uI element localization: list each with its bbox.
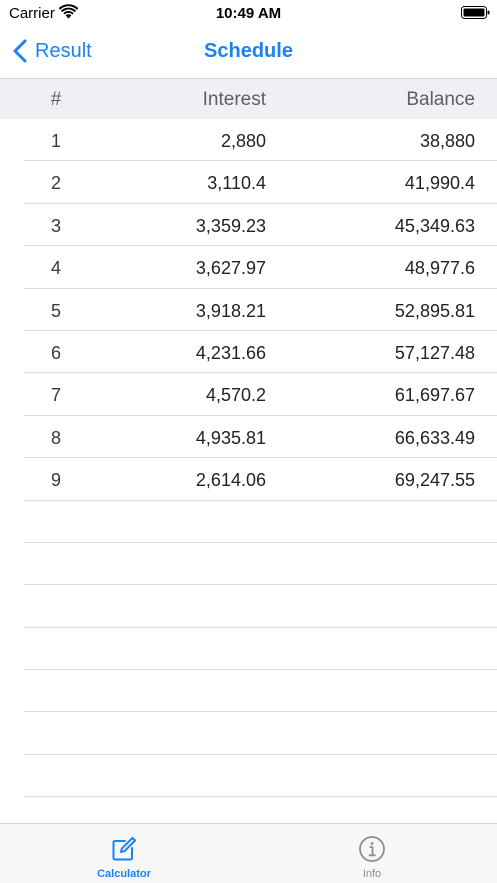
row-balance: 41,990.4 [404,173,475,194]
table-row: 3 3,359.23 45,349.63 [24,204,497,247]
row-balance: 48,977.6 [404,258,475,279]
tab-calculator[interactable]: Calculator [0,824,248,883]
table-row: 2 3,110.4 41,990.4 [24,161,497,204]
row-interest: 3,359.23 [195,215,266,236]
tab-info[interactable]: Info [248,824,496,883]
table-row: 9 2,614.06 69,247.55 [24,458,497,501]
row-balance: 61,697.67 [394,385,475,406]
row-interest: 3,627.97 [195,258,266,279]
row-interest: 4,935.81 [195,427,266,448]
row-number: 3 [50,215,61,236]
empty-table-row [24,670,497,713]
row-number: 1 [50,131,61,151]
row-interest: 3,918.21 [195,300,266,321]
info-icon [359,836,385,862]
table-row: 6 4,231.66 57,127.48 [24,331,497,374]
row-number: 8 [50,427,61,448]
empty-table-row [24,543,497,586]
row-balance: 38,880 [419,131,475,151]
row-balance: 45,349.63 [394,215,475,236]
tab-calculator-label: Calculator [97,868,151,880]
row-balance: 66,633.49 [394,427,475,448]
table-row: 8 4,935.81 66,633.49 [24,416,497,459]
row-balance: 69,247.55 [394,470,475,491]
battery-icon [461,6,490,19]
row-interest: 4,570.2 [205,385,266,406]
tab-bar: Calculator Info [0,823,497,883]
column-header-balance: Balance [406,89,475,110]
column-header-number: # [50,89,62,110]
row-interest: 2,614.06 [195,470,266,491]
table-row: 4 3,627.97 48,977.6 [24,246,497,289]
row-interest: 2,880 [220,131,266,151]
empty-table-row [24,501,497,543]
empty-table-row [24,585,497,628]
row-number: 9 [50,470,61,491]
row-interest: 3,110.4 [207,173,266,194]
edit-icon [112,836,137,861]
table-row: 1 2,880 38,880 [24,119,497,162]
table-row: 5 3,918.21 52,895.81 [24,289,497,331]
schedule-table[interactable]: 1 2,880 38,880 2 3,110.4 41,990.4 3 3,35… [0,119,497,823]
table-row: 7 4,570.2 61,697.67 [24,373,497,416]
row-balance: 57,127.48 [394,342,475,363]
column-header-interest: Interest [202,89,266,110]
row-interest: 4,231.66 [195,342,266,363]
row-number: 5 [50,300,61,321]
table-header: # Interest Balance [0,78,497,119]
row-number: 7 [50,385,61,406]
status-bar: Carrier 10:49 AM [0,0,497,28]
clock: 10:49 AM [215,5,282,22]
row-number: 6 [50,342,61,363]
row-balance: 52,895.81 [394,300,475,321]
page-title: Schedule [204,40,293,62]
tab-info-label: Info [362,868,382,880]
row-number: 4 [50,258,61,279]
empty-table-row [24,628,497,671]
empty-table-row [24,755,497,798]
empty-table-row [24,712,497,755]
row-number: 2 [50,173,61,194]
empty-table-row [24,797,497,823]
navigation-bar: Result Schedule [0,28,497,78]
